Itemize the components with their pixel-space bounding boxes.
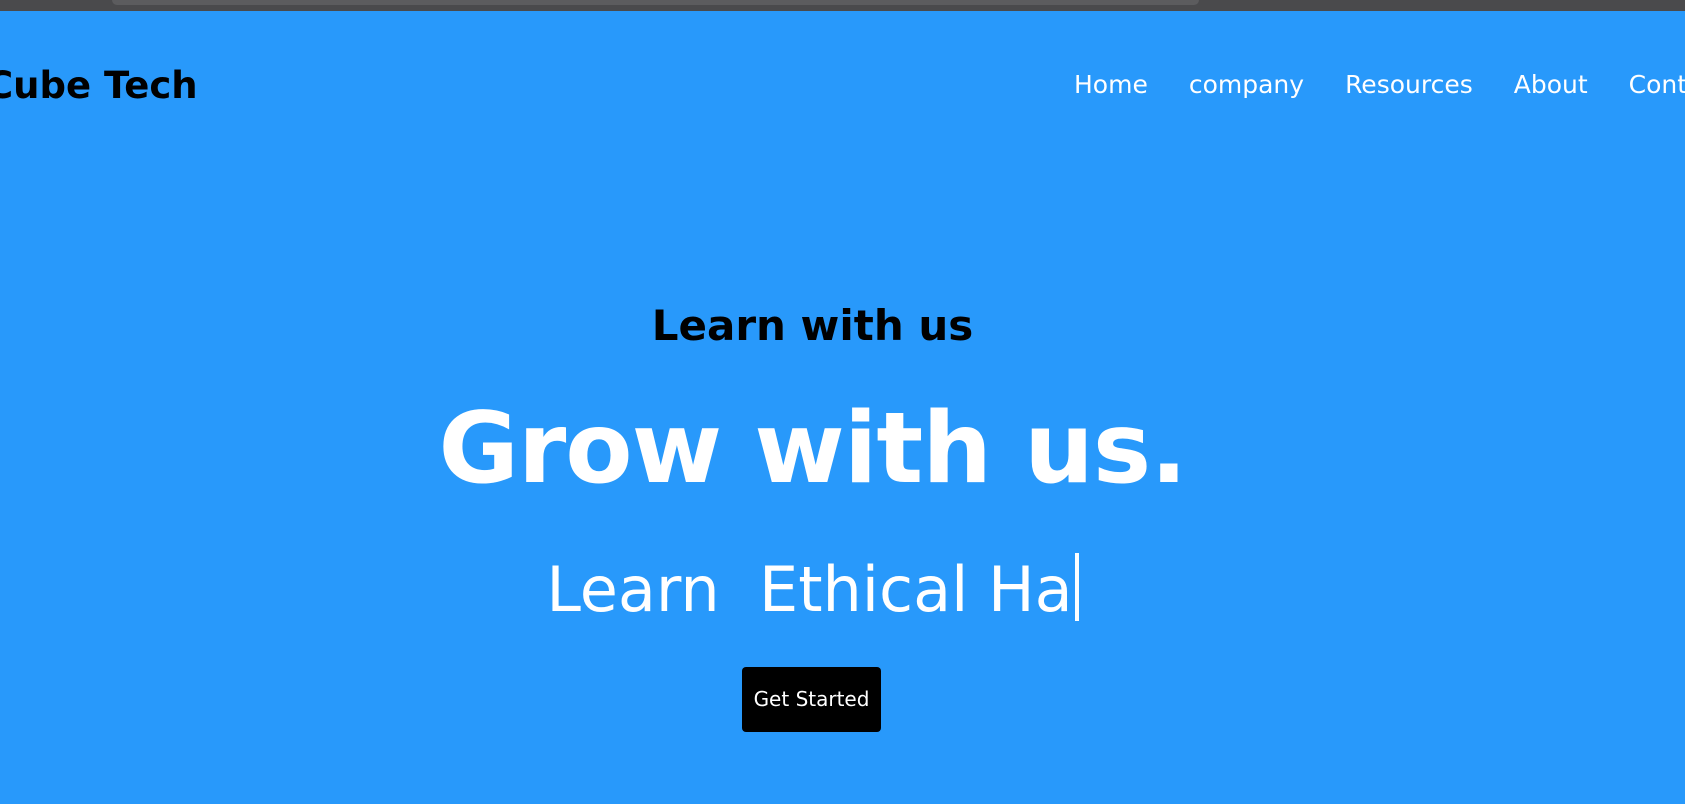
browser-chrome-bar [0,0,1685,11]
typing-cursor [1074,553,1079,621]
get-started-button[interactable]: Get Started [742,667,881,732]
typed-text-line: Learn Ethical Ha [0,552,1625,628]
address-bar[interactable] [112,0,1199,5]
nav-link-home[interactable]: Home [1074,68,1148,102]
nav-link-about[interactable]: About [1514,68,1588,102]
nav-link-contact[interactable]: Contact [1629,68,1685,102]
hero-subtitle: Learn with us [651,301,974,350]
hero-headline: Grow with us. [438,392,1188,506]
main-nav: Home company Resources About Contact [1074,68,1685,102]
nav-link-resources[interactable]: Resources [1345,68,1473,102]
site-logo[interactable]: Cube Tech [0,61,198,111]
nav-link-company[interactable]: company [1189,68,1304,102]
typed-text: Learn Ethical Ha [546,553,1073,626]
